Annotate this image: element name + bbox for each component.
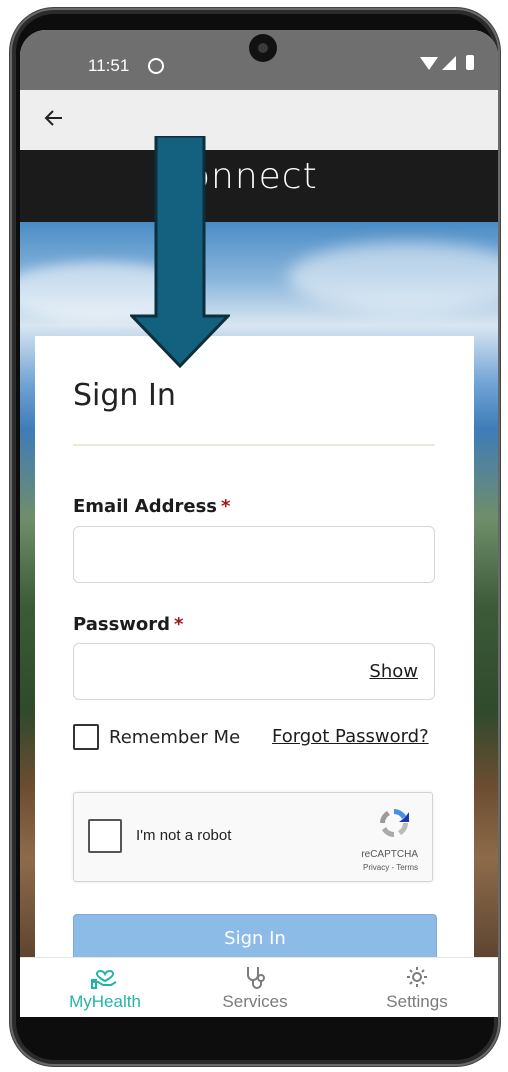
title-divider bbox=[73, 444, 435, 446]
recaptcha-brand: reCAPTCHA bbox=[361, 849, 418, 860]
nav-services[interactable]: Services bbox=[190, 958, 320, 1017]
password-field[interactable]: Show bbox=[73, 643, 435, 700]
nav-myhealth[interactable]: MyHealth bbox=[42, 958, 168, 1017]
page-title: Sign In bbox=[73, 378, 176, 413]
email-label-text: Email Address bbox=[73, 496, 218, 517]
required-mark: * bbox=[174, 614, 184, 635]
forgot-password-link[interactable]: Forgot Password? bbox=[272, 726, 429, 747]
recaptcha-privacy-terms[interactable]: Privacy - Terms bbox=[363, 863, 418, 872]
wifi-icon bbox=[420, 57, 438, 70]
required-mark: * bbox=[221, 496, 231, 517]
email-label: Email Address * bbox=[73, 496, 230, 517]
remember-me[interactable]: Remember Me bbox=[73, 724, 240, 750]
recaptcha-checkbox[interactable] bbox=[88, 819, 122, 853]
battery-icon bbox=[466, 55, 474, 70]
remember-checkbox[interactable] bbox=[73, 724, 99, 750]
nav-label-myhealth: MyHealth bbox=[69, 992, 141, 1011]
back-arrow-icon[interactable] bbox=[42, 106, 66, 130]
down-arrow-overlay-icon bbox=[130, 136, 230, 368]
password-label: Password * bbox=[73, 614, 183, 635]
signal-icon bbox=[442, 56, 456, 70]
status-bar: 11:51 bbox=[20, 30, 498, 90]
remember-label: Remember Me bbox=[109, 726, 241, 748]
nav-label-services: Services bbox=[222, 992, 288, 1011]
app-screen: 11:51 onnect Sign In Email Address * Pass… bbox=[20, 30, 498, 1017]
password-label-text: Password bbox=[73, 614, 171, 635]
nav-label-settings: Settings bbox=[386, 992, 448, 1011]
stethoscope-icon bbox=[247, 967, 265, 989]
show-password-link[interactable]: Show bbox=[369, 661, 418, 682]
recaptcha-widget: I'm not a robot reCAPTCHA Privacy - Term… bbox=[73, 792, 433, 882]
brand-header: onnect bbox=[20, 150, 498, 222]
notification-icon bbox=[148, 58, 164, 74]
password-input[interactable] bbox=[74, 644, 378, 699]
gear-icon bbox=[407, 967, 427, 987]
app-bar bbox=[20, 90, 498, 150]
status-time: 11:51 bbox=[88, 56, 130, 75]
nav-settings[interactable]: Settings bbox=[354, 958, 480, 1017]
recaptcha-label: I'm not a robot bbox=[136, 827, 232, 844]
bottom-navigation: MyHealth Services Settings bbox=[20, 957, 498, 1017]
email-input[interactable] bbox=[74, 527, 378, 582]
front-camera bbox=[249, 34, 277, 62]
email-field[interactable] bbox=[73, 526, 435, 583]
heart-hand-icon bbox=[91, 970, 117, 989]
sign-in-card: Sign In Email Address * Password * Show Re… bbox=[35, 336, 474, 966]
recaptcha-logo-icon bbox=[380, 809, 409, 837]
